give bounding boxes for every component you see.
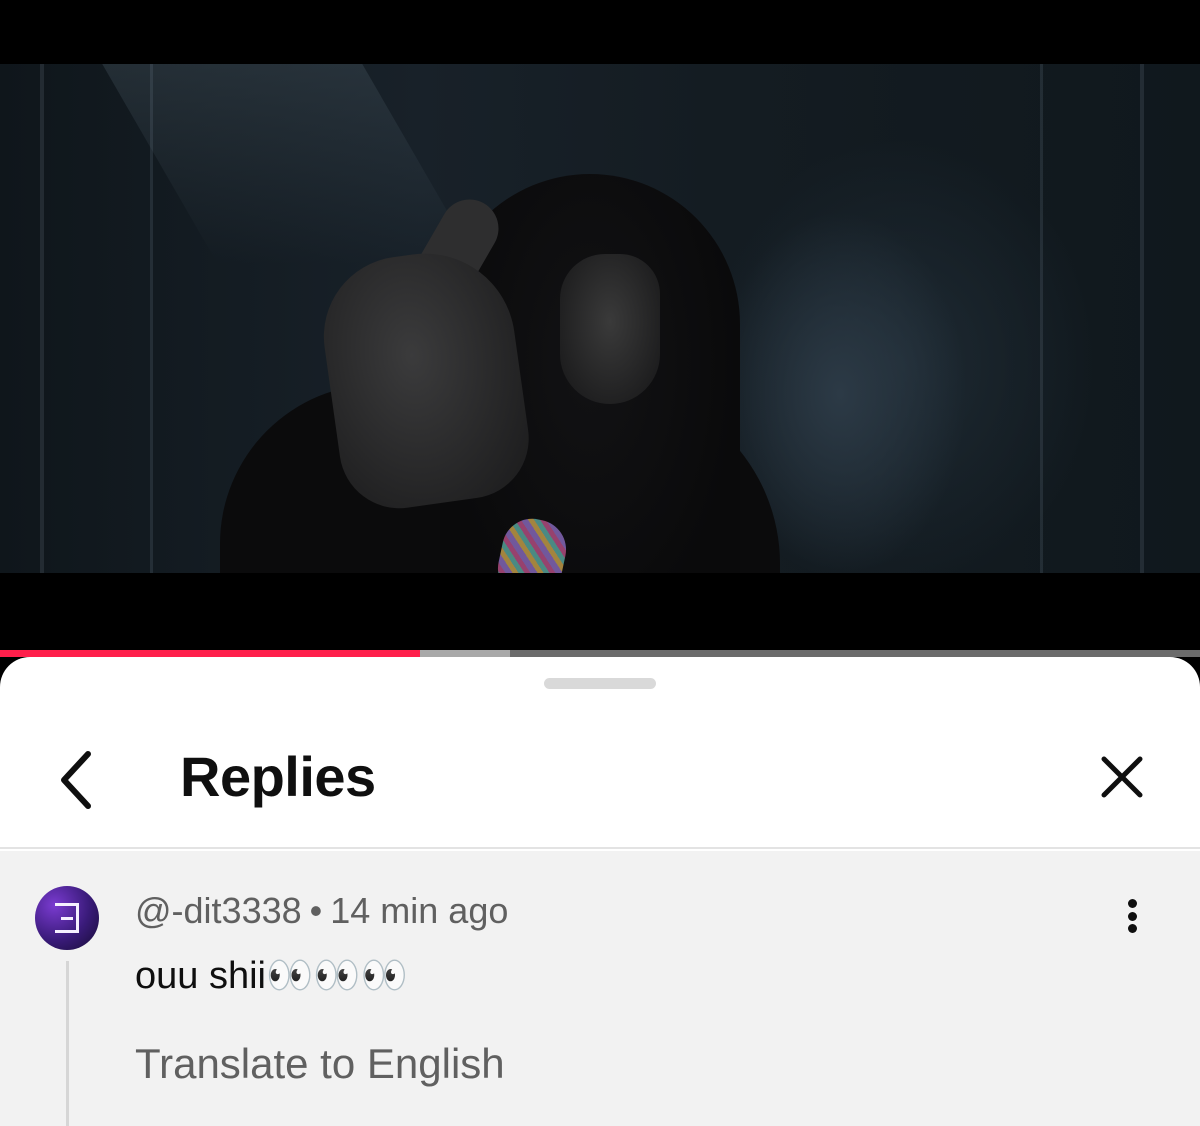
thread-line (66, 961, 69, 1126)
avatar-logo-icon (55, 903, 79, 933)
close-icon (1101, 756, 1143, 798)
more-options-button[interactable] (1110, 891, 1154, 941)
wall-line (40, 64, 44, 573)
translate-link[interactable]: Translate to English (135, 1039, 505, 1089)
back-button[interactable] (46, 745, 106, 815)
figure-face (560, 254, 660, 404)
chevron-left-icon (61, 751, 91, 809)
sheet-drag-handle[interactable] (544, 678, 656, 689)
replies-sheet: Replies @-dit3338 • 14 min ago ouu shii👀👀👀… (0, 657, 1200, 1126)
video-player[interactable] (0, 0, 1200, 652)
video-frame[interactable] (0, 64, 1200, 573)
more-vertical-icon-dot (1127, 899, 1137, 908)
wall-line (1040, 64, 1043, 573)
meta-separator: • (309, 890, 323, 931)
more-vertical-icon-dot (1127, 924, 1137, 933)
video-progress-bar[interactable] (0, 650, 1200, 657)
comment-item: @-dit3338 • 14 min ago ouu shii👀👀👀 Transla… (0, 851, 1200, 1126)
wall-line (150, 64, 153, 573)
replies-header: Replies (0, 697, 1200, 849)
more-vertical-icon-dot (1127, 911, 1137, 921)
ceiling-shade (102, 64, 478, 264)
comment-time: 14 min ago (330, 890, 509, 931)
close-button[interactable] (1090, 745, 1154, 809)
avatar[interactable] (35, 886, 99, 950)
comment-meta: @-dit3338 • 14 min ago (135, 889, 508, 933)
progress-played (0, 650, 420, 657)
comment-text: ouu shii👀👀👀 (135, 955, 408, 997)
comment-author[interactable]: @-dit3338 (135, 890, 302, 931)
page-title: Replies (180, 745, 376, 808)
wall-line (1140, 64, 1144, 573)
